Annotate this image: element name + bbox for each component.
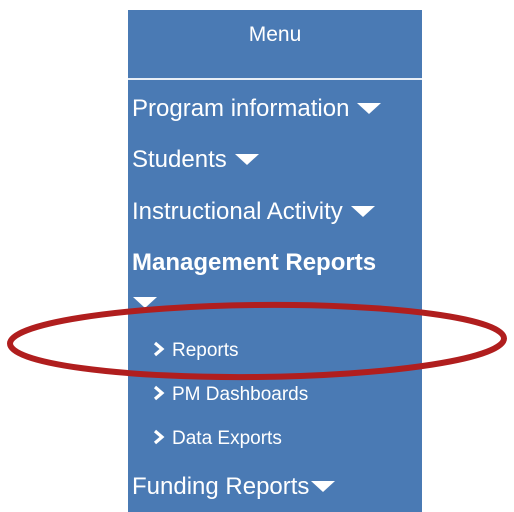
nav-item-label: Funding Reports [132, 473, 310, 500]
side-menu: Menu Program information Students Instru… [128, 10, 422, 512]
caret-down-icon[interactable] [133, 297, 157, 308]
chevron-right-icon [153, 385, 165, 401]
nav-item-students[interactable]: Students [132, 145, 259, 175]
menu-title: Menu [248, 23, 302, 46]
nav-item-label: Instructional Activity [132, 198, 343, 225]
caret-down-icon [311, 481, 336, 493]
screenshot-stage: Menu Program information Students Instru… [0, 0, 514, 512]
subitem-reports[interactable]: Reports [152, 339, 239, 363]
chevron-right-icon [153, 429, 165, 445]
subitem-label: PM Dashboards [172, 384, 309, 405]
nav-item-label: Management Reports [132, 249, 377, 276]
nav-item-label: Program information [132, 95, 350, 122]
menu-divider [128, 78, 422, 80]
nav-item-funding-reports[interactable]: Funding Reports [132, 472, 336, 502]
nav-item-label: Students [132, 146, 227, 173]
subitem-label: Data Exports [172, 428, 282, 449]
nav-item-program-information[interactable]: Program information [132, 94, 382, 124]
subitem-pm-dashboards[interactable]: PM Dashboards [152, 383, 308, 407]
caret-down-icon [357, 103, 382, 115]
chevron-right-icon [153, 341, 165, 357]
caret-down-icon [350, 206, 375, 218]
subitem-label: Reports [172, 340, 239, 361]
nav-item-management-reports[interactable]: Management Reports [132, 248, 376, 278]
caret-down-icon [234, 154, 259, 166]
nav-item-instructional-activity[interactable]: Instructional Activity [132, 197, 375, 227]
subitem-data-exports[interactable]: Data Exports [152, 427, 282, 451]
